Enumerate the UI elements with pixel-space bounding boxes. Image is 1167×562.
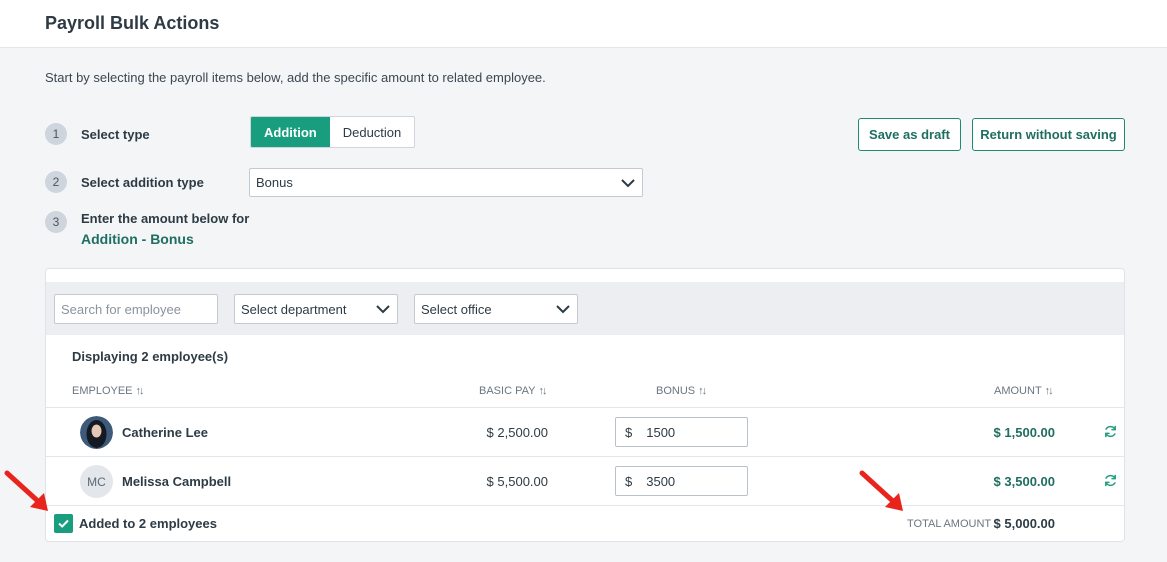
sort-icon: ↑↓ xyxy=(698,385,707,397)
avatar: MC xyxy=(80,465,113,498)
step-select-type: 1 Select type xyxy=(45,123,150,145)
check-icon xyxy=(58,519,69,528)
currency-symbol: $ xyxy=(625,473,633,489)
step-select-addition-type: 2 Select addition type xyxy=(45,171,204,193)
department-select-label: Select department xyxy=(241,301,347,317)
amount-value: $ 3,500.00 xyxy=(993,474,1055,489)
sort-icon: ↑↓ xyxy=(538,385,547,397)
office-select[interactable]: Select office xyxy=(414,294,578,324)
total-amount-value: $ 5,000.00 xyxy=(993,516,1055,531)
annotation-arrow-icon xyxy=(859,470,903,511)
selected-type-label: Addition - Bonus xyxy=(81,231,194,247)
amount-value: $ 1,500.00 xyxy=(993,425,1055,440)
step-enter-amount: 3 Enter the amount below for Addition - … xyxy=(45,211,249,247)
step-number: 3 xyxy=(45,211,67,233)
avatar-photo xyxy=(80,416,113,449)
deduction-toggle-button[interactable]: Deduction xyxy=(330,117,415,147)
filter-bar: Select department Select office xyxy=(46,282,1124,335)
chevron-down-icon xyxy=(621,178,635,187)
basic-pay-value: $ 2,500.00 xyxy=(486,425,548,440)
avatar xyxy=(80,416,113,449)
column-header-label: BASIC PAY xyxy=(479,385,536,397)
table-row: MC Melissa Campbell $ 5,500.00 $ $ 3,500… xyxy=(46,456,1124,505)
employee-card: Select department Select office Displayi… xyxy=(45,268,1125,542)
column-header-label: AMOUNT xyxy=(994,385,1042,397)
chevron-down-icon xyxy=(556,305,570,314)
bonus-amount-input[interactable] xyxy=(646,424,727,440)
addition-type-value: Bonus xyxy=(256,175,293,190)
column-header-employee[interactable]: EMPLOYEE ↑↓ xyxy=(72,385,145,397)
bonus-amount-field: $ xyxy=(615,417,748,447)
displaying-count: Displaying 2 employee(s) xyxy=(72,349,229,364)
added-checkbox[interactable] xyxy=(54,514,73,533)
column-header-label: BONUS xyxy=(656,385,696,397)
addition-type-select[interactable]: Bonus xyxy=(249,168,643,197)
step-number: 1 xyxy=(45,123,67,145)
currency-symbol: $ xyxy=(625,424,633,440)
office-select-label: Select office xyxy=(421,301,492,317)
basic-pay-value: $ 5,500.00 xyxy=(486,474,548,489)
bonus-amount-field: $ xyxy=(615,466,748,496)
page-title: Payroll Bulk Actions xyxy=(45,13,220,33)
column-header-bonus[interactable]: BONUS ↑↓ xyxy=(656,385,707,397)
added-label: Added to 2 employees xyxy=(79,516,217,531)
refresh-icon[interactable] xyxy=(1103,473,1118,488)
table-row: Catherine Lee $ 2,500.00 $ $ 1,500.00 xyxy=(46,407,1124,456)
column-header-label: EMPLOYEE xyxy=(72,385,133,397)
type-toggle: Addition Deduction xyxy=(250,116,416,148)
annotation-arrow-icon xyxy=(4,470,48,511)
total-amount-label: TOTAL AMOUNT xyxy=(907,518,992,530)
column-header-amount[interactable]: AMOUNT ↑↓ xyxy=(994,385,1054,397)
department-select[interactable]: Select department xyxy=(234,294,398,324)
bonus-amount-input[interactable] xyxy=(646,473,727,489)
step-label: Select type xyxy=(81,126,150,142)
employee-search-input[interactable] xyxy=(54,294,218,324)
save-draft-button[interactable]: Save as draft xyxy=(858,118,961,151)
header-bar: Payroll Bulk Actions xyxy=(0,0,1167,48)
chevron-down-icon xyxy=(376,305,390,314)
step-label: Enter the amount below for xyxy=(81,211,250,226)
employee-name: Catherine Lee xyxy=(122,425,208,440)
step-number: 2 xyxy=(45,171,67,193)
addition-toggle-button[interactable]: Addition xyxy=(251,117,330,147)
return-without-saving-button[interactable]: Return without saving xyxy=(972,118,1125,151)
refresh-icon[interactable] xyxy=(1103,424,1118,439)
table-footer: Added to 2 employees TOTAL AMOUNT $ 5,00… xyxy=(46,505,1124,541)
employee-name: Melissa Campbell xyxy=(122,474,232,489)
column-header-basic-pay[interactable]: BASIC PAY ↑↓ xyxy=(479,385,547,397)
sort-icon: ↑↓ xyxy=(135,385,145,397)
step-label: Select addition type xyxy=(81,174,204,190)
intro-text: Start by selecting the payroll items bel… xyxy=(45,70,546,85)
sort-icon: ↑↓ xyxy=(1044,385,1054,397)
